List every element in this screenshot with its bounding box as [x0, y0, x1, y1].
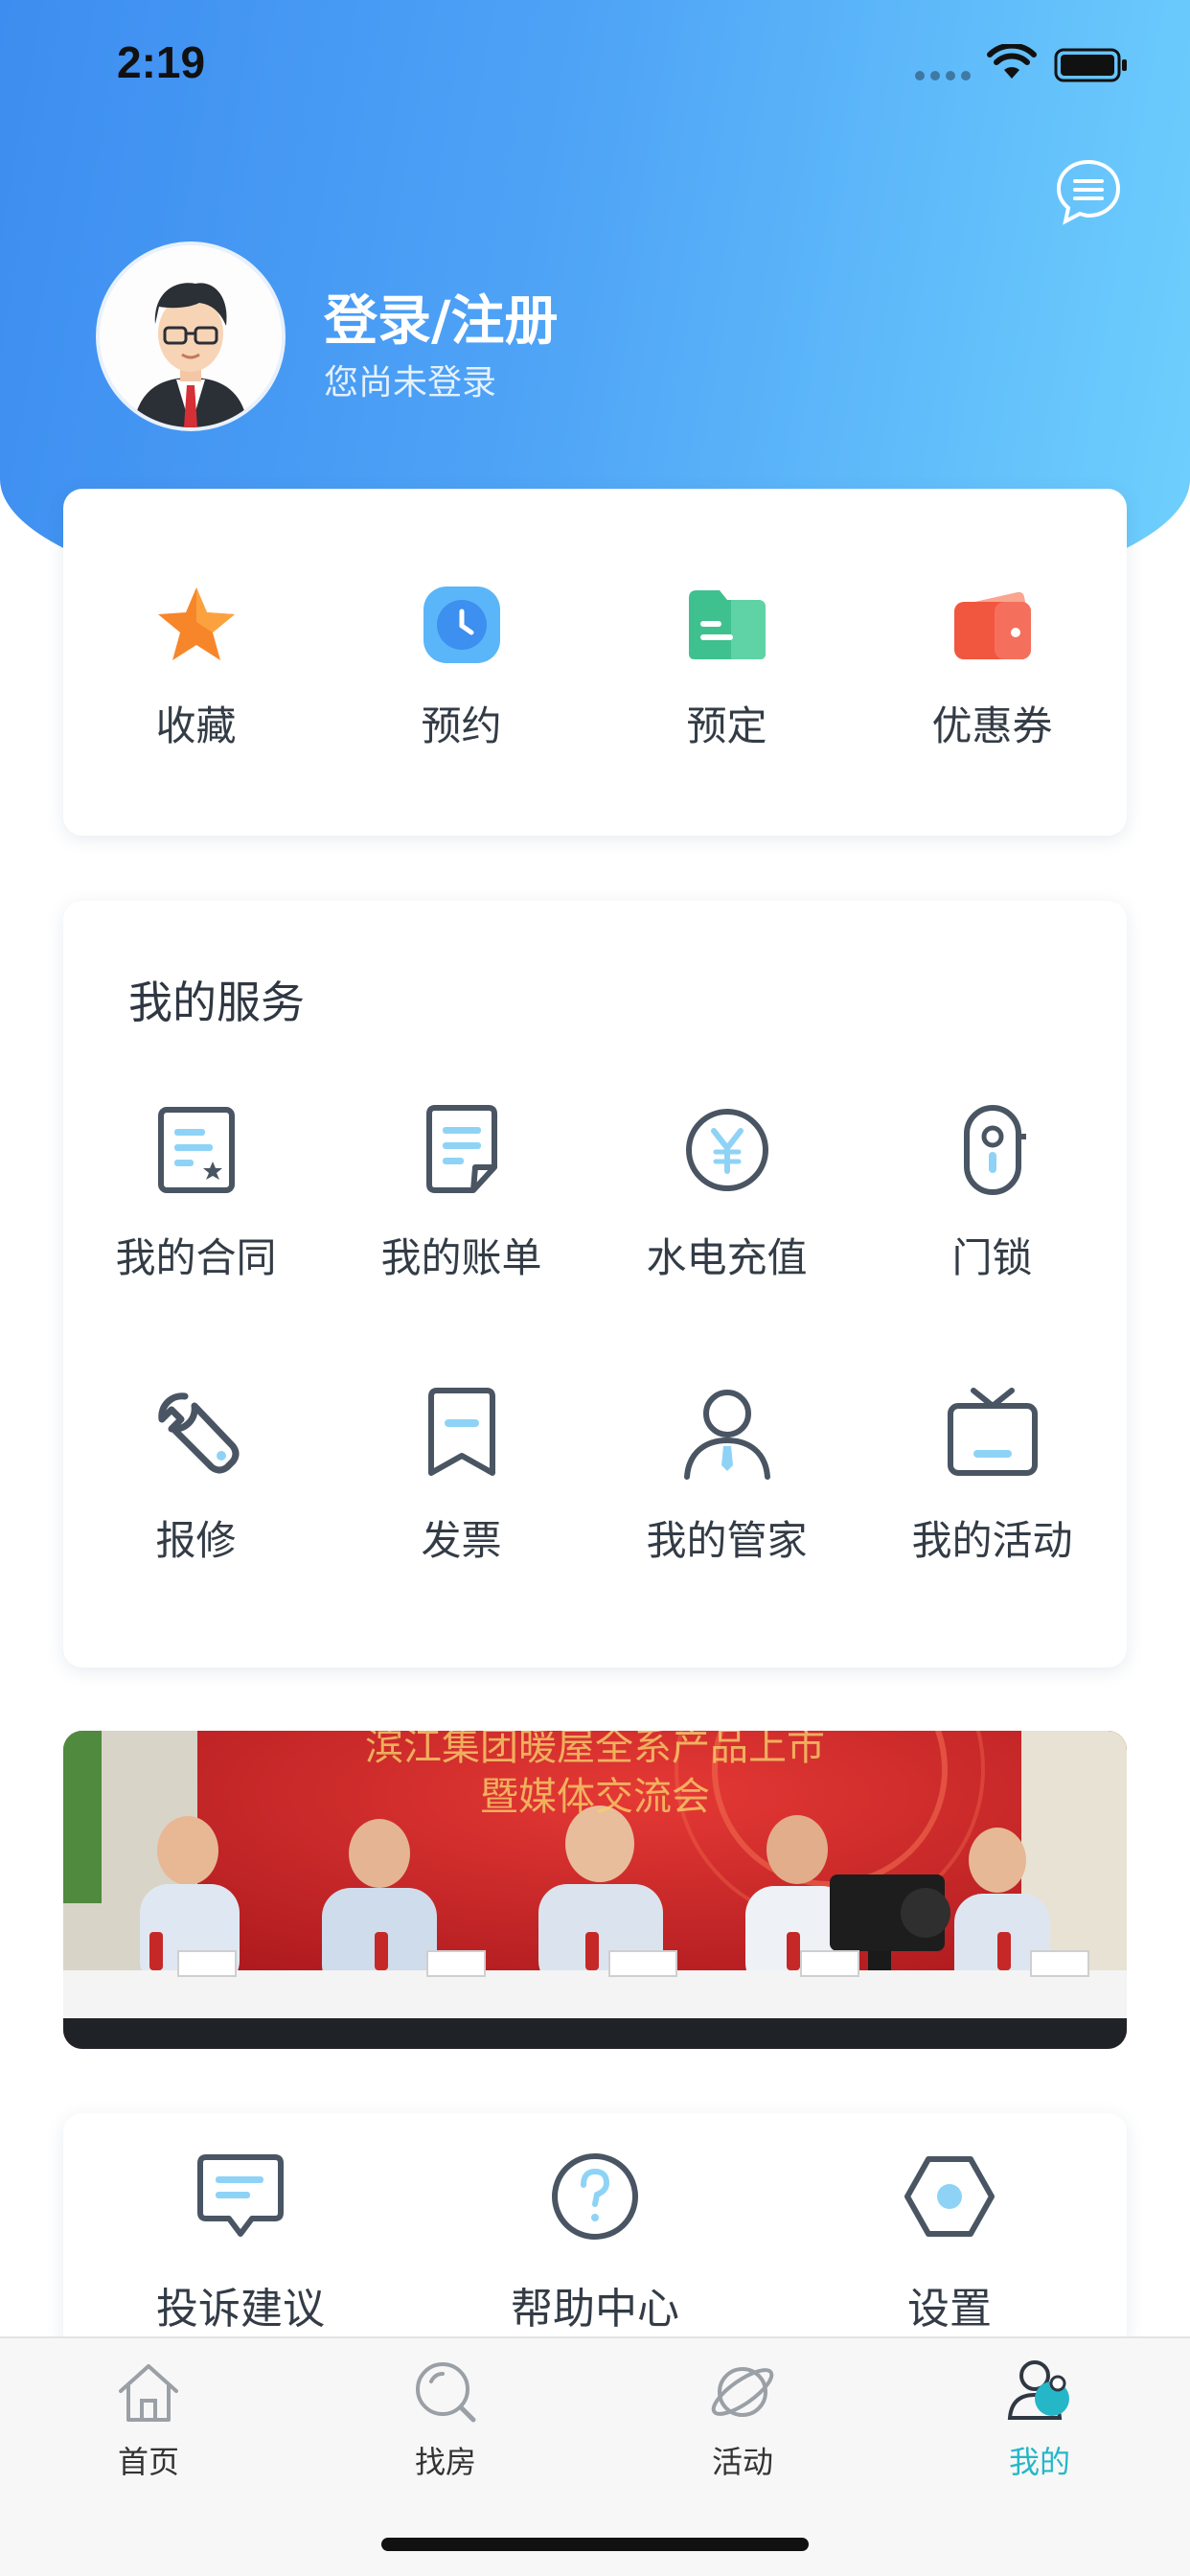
door-lock-label: 门锁: [951, 1234, 1033, 1281]
door-lock-icon: [963, 1105, 1026, 1195]
battery-icon: [1054, 48, 1127, 82]
my-butler-label: 我的管家: [646, 1517, 808, 1564]
user-avatar-icon: [100, 245, 282, 427]
star-icon: [157, 587, 235, 660]
coupons-label: 优惠券: [931, 702, 1053, 749]
my-bill-label: 我的账单: [380, 1234, 542, 1281]
wallet-icon: [953, 591, 1031, 659]
profile-icon: [1007, 2360, 1069, 2420]
my-activity-label: 我的活动: [911, 1517, 1073, 1564]
yen-coin-icon: [685, 1109, 768, 1191]
door-lock-button[interactable]: 门锁: [859, 1097, 1125, 1346]
feedback-label: 投诉建议: [156, 2285, 325, 2334]
tab-find-house-label: 找房: [414, 2444, 476, 2480]
settings-label: 设置: [907, 2285, 992, 2334]
contract-icon: [157, 1107, 235, 1193]
repair-label: 报修: [155, 1517, 237, 1564]
quick-actions-card: 收藏 预约 预定 优惠券: [63, 489, 1127, 836]
banner-photo: 滨江集团暖屋全系产品上市 暨媒体交流会: [63, 1731, 1127, 2049]
reservation-label: 预定: [686, 702, 767, 749]
utility-recharge-button[interactable]: 水电充值: [594, 1097, 859, 1346]
login-register-link[interactable]: 登录/注册: [324, 278, 558, 356]
my-services-card: 我的服务 我的合同 我的账单 水电充值 门锁 报修 发票 我的管家 我的活动: [63, 901, 1127, 1668]
tv-activity-icon: [947, 1388, 1038, 1476]
feedback-icon: [197, 2154, 284, 2237]
my-bill-button[interactable]: 我的账单: [329, 1097, 594, 1346]
coupons-button[interactable]: 优惠券: [859, 489, 1125, 836]
tab-home[interactable]: 首页: [0, 2338, 297, 2501]
my-contract-button[interactable]: 我的合同: [63, 1097, 329, 1346]
my-activity-button[interactable]: 我的活动: [859, 1380, 1125, 1629]
chat-bubble-icon[interactable]: [1054, 158, 1123, 225]
invoice-icon: [427, 1388, 495, 1476]
planet-icon: [711, 2367, 774, 2417]
my-contract-label: 我的合同: [115, 1234, 277, 1281]
banner-title-line2: 暨媒体交流会: [480, 1775, 710, 1819]
home-icon: [119, 2364, 178, 2422]
clock-icon: [423, 586, 500, 663]
settings-hexagon-icon: [904, 2156, 995, 2237]
banner-title-line1: 滨江集团暖屋全系产品上市: [365, 1731, 825, 1769]
help-icon: [552, 2153, 638, 2240]
login-status-text: 您尚未登录: [324, 363, 497, 402]
my-butler-button[interactable]: 我的管家: [594, 1380, 859, 1629]
wifi-icon: [987, 44, 1037, 79]
utility-recharge-label: 水电充值: [646, 1234, 808, 1281]
tab-activity[interactable]: 活动: [594, 2338, 891, 2501]
favorites-label: 收藏: [155, 702, 237, 749]
tab-mine[interactable]: 我的: [891, 2338, 1188, 2501]
search-icon: [416, 2362, 476, 2423]
butler-icon: [683, 1390, 770, 1480]
tab-home-label: 首页: [117, 2444, 179, 2480]
favorites-button[interactable]: 收藏: [63, 489, 329, 836]
repair-button[interactable]: 报修: [63, 1380, 329, 1629]
appointment-label: 预约: [421, 702, 502, 749]
reservation-button[interactable]: 预定: [594, 489, 859, 836]
home-indicator: [381, 2538, 809, 2551]
tab-activity-label: 活动: [711, 2444, 773, 2480]
appointment-button[interactable]: 预约: [329, 489, 594, 836]
bill-icon: [425, 1105, 497, 1193]
signal-icon: [915, 71, 971, 80]
help-center-label: 帮助中心: [511, 2285, 679, 2334]
tab-mine-label: 我的: [1008, 2444, 1070, 2480]
tab-find-house[interactable]: 找房: [297, 2338, 594, 2501]
avatar[interactable]: [96, 242, 286, 431]
services-title: 我的服务: [128, 977, 305, 1028]
wrench-icon: [157, 1392, 239, 1474]
folder-icon: [688, 590, 766, 659]
invoice-button[interactable]: 发票: [329, 1380, 594, 1629]
invoice-label: 发票: [421, 1517, 502, 1564]
status-time: 2:19: [117, 37, 206, 87]
promo-banner[interactable]: 滨江集团暖屋全系产品上市 暨媒体交流会: [63, 1731, 1127, 2049]
